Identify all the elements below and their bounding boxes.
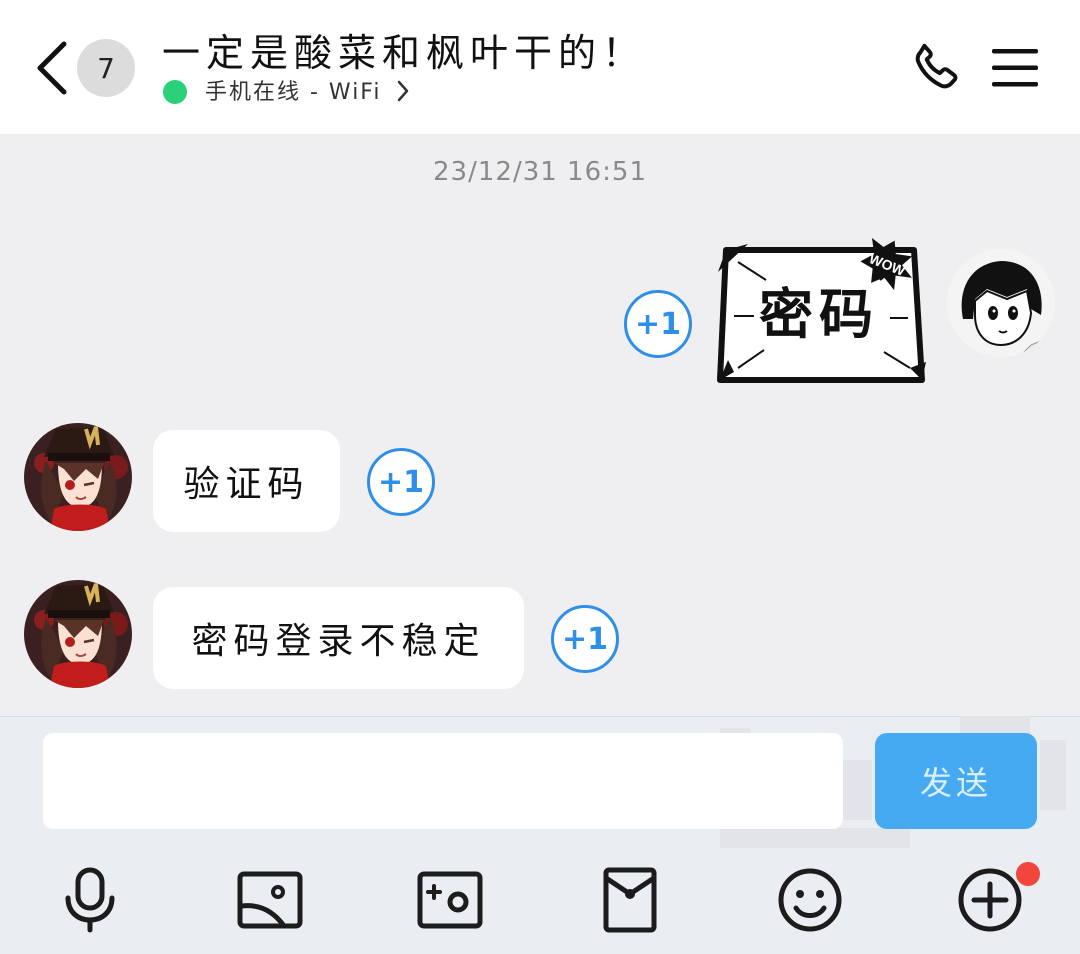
message-input[interactable] (43, 733, 843, 829)
microphone-icon (65, 867, 115, 933)
image-icon (237, 871, 303, 929)
anime-girl-avatar (24, 580, 132, 688)
chat-title[interactable]: 一定是酸菜和枫叶干的！ (162, 22, 646, 77)
message-bubble[interactable]: 密码登录不稳定 (153, 587, 524, 689)
chevron-right-icon (390, 80, 410, 105)
online-status-dot (163, 80, 187, 104)
manga-boy-avatar (947, 249, 1055, 357)
voice-input-button[interactable] (54, 864, 126, 936)
emoji-button[interactable] (774, 864, 846, 936)
sender-avatar[interactable] (24, 423, 132, 531)
back-button[interactable] (30, 40, 76, 96)
voice-call-button[interactable] (908, 40, 966, 96)
sender-avatar[interactable] (24, 580, 132, 688)
pixel-noise (1040, 740, 1066, 810)
camera-icon (417, 871, 483, 929)
notification-dot (1016, 862, 1040, 886)
message-bubble[interactable]: 验证码 (153, 430, 340, 532)
hamburger-menu-icon (992, 49, 1038, 87)
online-status-text: 手机在线 - WiFi (205, 80, 382, 105)
plus-one-button[interactable]: +1 (551, 605, 619, 673)
camera-button[interactable] (414, 864, 486, 936)
my-avatar[interactable] (947, 249, 1055, 357)
red-packet-button[interactable] (594, 864, 666, 936)
red-packet-icon (603, 867, 657, 933)
phone-icon (915, 43, 958, 89)
menu-button[interactable] (992, 47, 1038, 89)
unread-count-badge: 7 (77, 39, 135, 97)
send-button[interactable]: 发送 (875, 733, 1037, 829)
anime-girl-avatar (24, 423, 132, 531)
image-button[interactable] (234, 864, 306, 936)
plus-one-button[interactable]: +1 (367, 448, 435, 516)
chevron-left-icon (37, 41, 67, 95)
plus-one-button[interactable]: +1 (624, 290, 692, 358)
pixel-noise (720, 828, 910, 848)
chat-header: 7 一定是酸菜和枫叶干的！ 手机在线 - WiFi (0, 0, 1080, 134)
sticker-caption: 密码 (759, 282, 879, 346)
pixel-noise (842, 760, 872, 820)
online-status[interactable]: 手机在线 - WiFi (205, 74, 410, 106)
message-timestamp: 23/12/31 16:51 (433, 157, 647, 187)
emoji-icon (778, 868, 842, 932)
